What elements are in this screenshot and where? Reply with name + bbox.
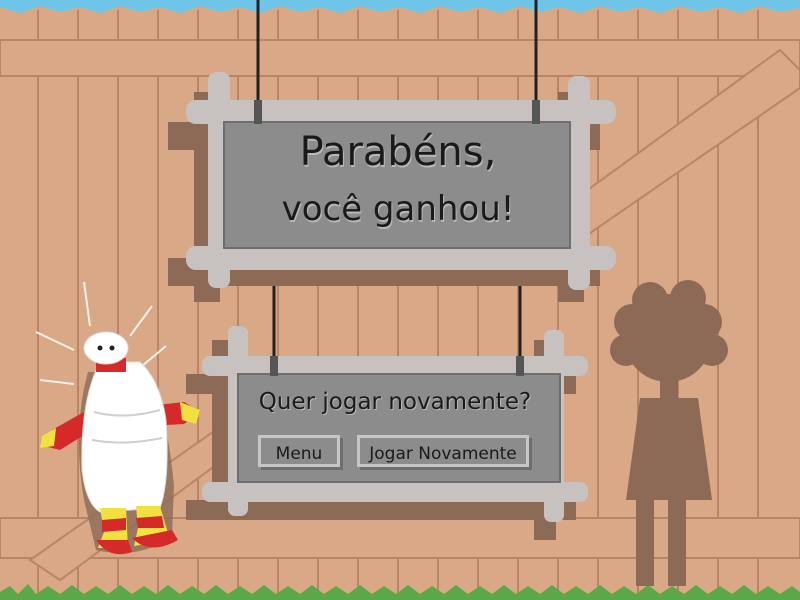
play-again-button[interactable]: Jogar Novamente: [357, 435, 529, 467]
replay-question: Quer jogar novamente?: [258, 389, 532, 415]
menu-button[interactable]: Menu: [258, 435, 340, 467]
game-scene: Parabéns, você ganhou! Quer jogar novame…: [0, 0, 800, 600]
win-sign: [168, 72, 616, 302]
win-title-line2: você ganhou!: [281, 189, 515, 229]
replay-sign: [186, 326, 588, 540]
win-title-line1: Parabéns,: [299, 129, 497, 175]
background-art: [0, 0, 800, 600]
